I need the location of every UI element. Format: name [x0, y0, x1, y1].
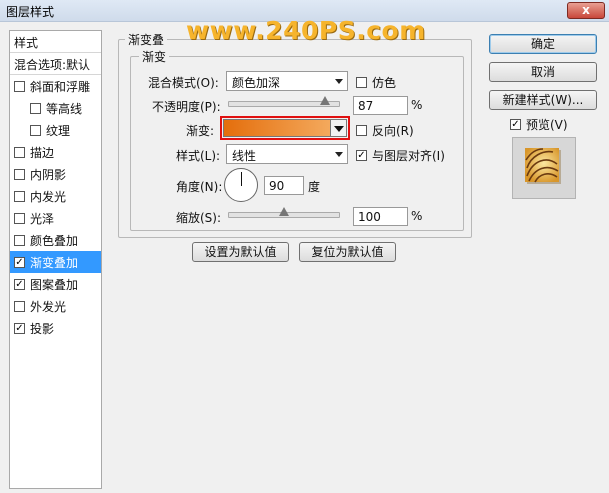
- style-list-item-label: 外发光: [30, 299, 67, 314]
- style-select[interactable]: 线性: [226, 144, 348, 164]
- gradient-highlight: [220, 116, 350, 140]
- opacity-label: 不透明度(P):: [152, 100, 221, 114]
- blend-mode-label: 混合模式(O):: [148, 76, 219, 90]
- style-list-item[interactable]: 内阴影: [10, 163, 101, 185]
- reverse-label: 反向(R): [372, 124, 414, 138]
- align-label: 与图层对齐(I): [372, 149, 445, 163]
- opacity-slider-thumb[interactable]: [320, 96, 331, 105]
- checkbox-icon[interactable]: [14, 190, 25, 202]
- dither-checkbox[interactable]: 仿色: [356, 74, 396, 91]
- style-list-item[interactable]: ✓ 图案叠加: [10, 273, 101, 295]
- style-list-item-label: 内阴影: [30, 167, 67, 182]
- preview-checkbox[interactable]: ✓ 预览(V): [510, 116, 568, 133]
- style-list-item[interactable]: 颜色叠加: [10, 229, 101, 251]
- align-with-layer-checkbox[interactable]: ✓ 与图层对齐(I): [356, 147, 445, 164]
- preview-label: 预览(V): [526, 118, 568, 132]
- style-value: 线性: [232, 149, 257, 163]
- style-list-item-label: 光泽: [30, 211, 55, 226]
- style-list-item-label: 等高线: [46, 101, 83, 116]
- style-list-item[interactable]: 光泽: [10, 207, 101, 229]
- style-list-item-label: 描边: [30, 145, 55, 160]
- style-list-item[interactable]: 斜面和浮雕: [10, 75, 101, 97]
- style-list-item-label: 图案叠加: [30, 277, 79, 292]
- checkbox-icon[interactable]: [14, 234, 25, 246]
- checkbox-icon: ✓: [510, 119, 521, 130]
- blend-mode-value: 颜色加深: [232, 76, 281, 90]
- style-list-item-label: 内发光: [30, 189, 67, 204]
- checkbox-icon: [356, 125, 367, 136]
- window-title: 图层样式: [6, 5, 55, 19]
- checkbox-icon[interactable]: ✓: [14, 322, 25, 334]
- blending-options-item[interactable]: 混合选项:默认: [10, 53, 101, 75]
- gradient-dropdown-button[interactable]: [330, 120, 346, 136]
- subgroup-legend: 渐变: [139, 48, 170, 65]
- styles-header[interactable]: 样式: [10, 31, 101, 53]
- style-list-item[interactable]: 外发光: [10, 295, 101, 317]
- dither-label: 仿色: [372, 76, 397, 90]
- scale-label: 缩放(S):: [176, 211, 222, 225]
- style-list-item-label: 渐变叠加: [30, 255, 79, 270]
- close-icon: x: [582, 3, 590, 17]
- scale-unit: %: [411, 209, 423, 223]
- reverse-checkbox[interactable]: 反向(R): [356, 122, 414, 139]
- reset-default-button[interactable]: 复位为默认值: [299, 242, 396, 262]
- style-list-item-label: 投影: [30, 321, 55, 336]
- checkbox-icon[interactable]: ✓: [14, 256, 25, 268]
- opacity-input[interactable]: 87: [353, 96, 408, 115]
- style-list-item[interactable]: 内发光: [10, 185, 101, 207]
- opacity-unit: %: [411, 98, 423, 112]
- set-default-button[interactable]: 设置为默认值: [192, 242, 289, 262]
- gradient-label: 渐变:: [186, 124, 215, 138]
- wood-ring-preview-icon: [525, 148, 561, 184]
- style-preview-thumbnail: [512, 137, 576, 199]
- checkbox-icon[interactable]: [30, 124, 41, 136]
- angle-unit: 度: [308, 180, 321, 194]
- gradient-picker[interactable]: [223, 119, 347, 137]
- style-list-item-label: 斜面和浮雕: [30, 79, 91, 94]
- style-list: 样式 混合选项:默认 斜面和浮雕等高线纹理描边内阴影内发光光泽颜色叠加 ✓ 渐变叠加…: [9, 30, 102, 489]
- scale-slider-thumb[interactable]: [279, 207, 289, 216]
- close-button[interactable]: x: [567, 2, 605, 19]
- checkbox-icon[interactable]: [14, 80, 25, 92]
- style-list-item-label: 纹理: [46, 123, 71, 138]
- angle-dial[interactable]: [224, 168, 258, 202]
- checkbox-icon: ✓: [356, 150, 367, 161]
- chevron-down-icon: [335, 79, 343, 84]
- title-bar: 图层样式 x: [0, 0, 609, 22]
- cancel-button[interactable]: 取消: [489, 62, 597, 82]
- angle-dial-hand: [241, 172, 242, 186]
- chevron-down-icon: [335, 152, 343, 157]
- style-list-item-label: 颜色叠加: [30, 233, 79, 248]
- style-list-item[interactable]: ✓ 投影: [10, 317, 101, 339]
- checkbox-icon[interactable]: [14, 146, 25, 158]
- scale-input[interactable]: 100: [353, 207, 408, 226]
- angle-label: 角度(N):: [176, 180, 223, 194]
- checkbox-icon[interactable]: [14, 168, 25, 180]
- style-list-item[interactable]: 描边: [10, 141, 101, 163]
- blend-mode-select[interactable]: 颜色加深: [226, 71, 348, 91]
- ok-button[interactable]: 确定: [489, 34, 597, 54]
- checkbox-icon[interactable]: [30, 102, 41, 114]
- checkbox-icon[interactable]: [14, 300, 25, 312]
- checkbox-icon: [356, 77, 367, 88]
- style-list-item[interactable]: 等高线: [10, 97, 101, 119]
- new-style-button[interactable]: 新建样式(W)...: [489, 90, 597, 110]
- style-label: 样式(L):: [176, 149, 221, 163]
- style-list-item[interactable]: 纹理: [10, 119, 101, 141]
- checkbox-icon[interactable]: ✓: [14, 278, 25, 290]
- angle-input[interactable]: 90: [264, 176, 304, 195]
- group-legend: 渐变叠: [125, 31, 168, 48]
- style-list-item[interactable]: ✓ 渐变叠加: [10, 251, 101, 273]
- checkbox-icon[interactable]: [14, 212, 25, 224]
